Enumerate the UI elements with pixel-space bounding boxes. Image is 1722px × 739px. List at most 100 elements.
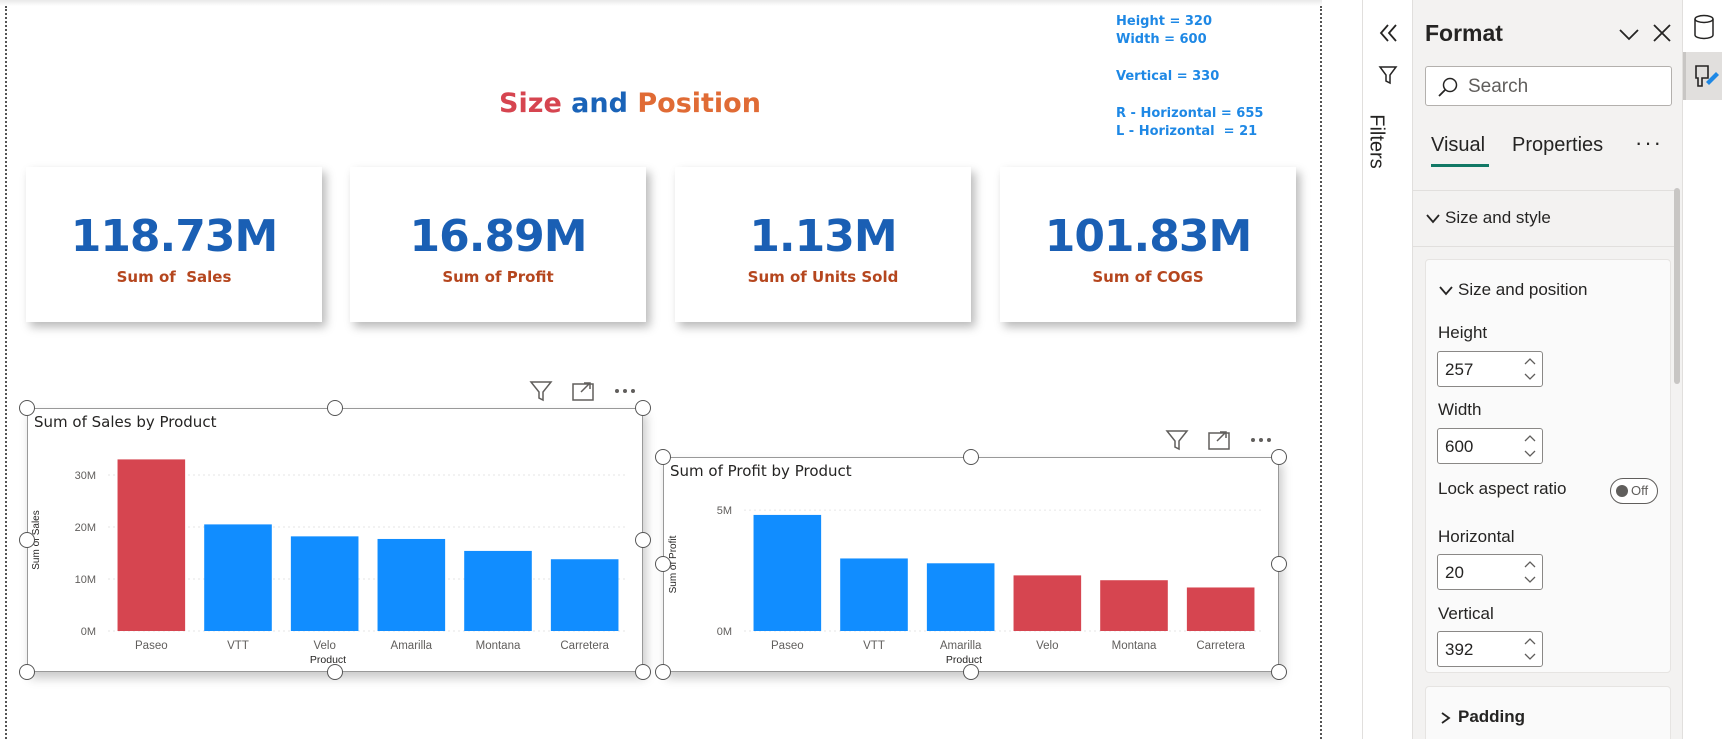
group-padding[interactable]: Padding xyxy=(1425,686,1671,739)
kpi-value: 16.89M xyxy=(409,211,588,262)
resize-handle[interactable] xyxy=(19,400,35,416)
search-placeholder: Search xyxy=(1468,76,1529,97)
section-size-and-style[interactable]: Size and style xyxy=(1425,208,1551,228)
y-tick-label: 20M xyxy=(75,522,96,534)
width-input[interactable]: 600 xyxy=(1437,428,1543,464)
bar-vtt[interactable] xyxy=(204,524,272,631)
resize-handle[interactable] xyxy=(327,664,343,680)
chart-svg: 0M 10M 20M 30M Paseo VTT Velo Amarilla Montana Ca… xyxy=(31,459,628,666)
search-icon xyxy=(1436,75,1460,99)
bar-paseo[interactable] xyxy=(753,514,822,631)
spin-arrows-icon[interactable] xyxy=(1524,559,1536,585)
close-icon[interactable] xyxy=(1651,22,1673,44)
resize-handle[interactable] xyxy=(635,664,651,680)
more-options-icon[interactable]: ··· xyxy=(1635,130,1663,156)
chart-sales-by-product[interactable]: 0M 10M 20M 30M Paseo VTT Velo Amarilla Montana Ca… xyxy=(27,408,643,672)
group-label: Size and position xyxy=(1458,280,1588,299)
x-tick-label: Amarilla xyxy=(391,640,433,652)
resize-handle[interactable] xyxy=(655,449,671,465)
filters-label[interactable]: Filters xyxy=(1366,100,1409,180)
resize-handle[interactable] xyxy=(327,400,343,416)
scrollbar[interactable] xyxy=(1674,188,1680,384)
bar-carretera[interactable] xyxy=(1186,587,1255,631)
bar-amarilla[interactable] xyxy=(377,538,446,631)
toggle-knob xyxy=(1616,485,1628,497)
bar-montana[interactable] xyxy=(464,550,532,631)
kpi-label: Sum of Profit xyxy=(442,268,554,286)
canvas-top-edge xyxy=(0,0,1322,6)
filter-icon[interactable] xyxy=(1164,428,1190,452)
group-header[interactable]: Size and position xyxy=(1438,280,1587,300)
chart-profit-by-product[interactable]: 0M 5M Paseo VTT Amarilla Velo Montana Carretera… xyxy=(663,457,1279,672)
resize-handle[interactable] xyxy=(635,532,651,548)
note-left-horizontal: L - Horizontal = 21 xyxy=(1116,124,1258,139)
page-title: Size and Position xyxy=(440,88,820,119)
resize-handle[interactable] xyxy=(19,532,35,548)
vertical-input[interactable]: 392 xyxy=(1437,631,1543,667)
format-pane: Format Search Visual Properties ··· Size… xyxy=(1412,0,1682,739)
resize-handle[interactable] xyxy=(1271,664,1287,680)
resize-handle[interactable] xyxy=(1271,449,1287,465)
resize-handle[interactable] xyxy=(655,664,671,680)
bar-carretera[interactable] xyxy=(550,559,619,631)
chart-title: Sum of Profit by Product xyxy=(670,462,852,480)
x-tick-label: Velo xyxy=(313,640,335,652)
x-axis-title: Product xyxy=(946,654,982,666)
lock-aspect-toggle[interactable]: Off xyxy=(1610,478,1658,504)
focus-mode-icon[interactable] xyxy=(1206,428,1232,452)
chart-svg: 0M 5M Paseo VTT Amarilla Velo Montana Carretera… xyxy=(668,505,1264,666)
x-tick-label: Paseo xyxy=(135,640,168,652)
tab-visual[interactable]: Visual xyxy=(1431,134,1485,157)
more-options-icon[interactable] xyxy=(1248,428,1274,452)
resize-handle[interactable] xyxy=(655,556,671,572)
spin-arrows-icon[interactable] xyxy=(1524,636,1536,662)
chevron-down-icon[interactable] xyxy=(1617,24,1641,44)
x-axis-title: Product xyxy=(310,654,346,666)
chart-profit-toolbar xyxy=(1164,428,1274,452)
bar-montana[interactable] xyxy=(1100,580,1168,631)
vertical-value: 392 xyxy=(1445,640,1474,659)
note-vertical: Vertical = 330 xyxy=(1116,69,1220,84)
bar-vtt[interactable] xyxy=(840,558,908,631)
data-icon[interactable] xyxy=(1693,14,1715,40)
y-tick-label: 5M xyxy=(717,505,732,517)
group-size-and-position: Size and position Height 257 Width 600 L… xyxy=(1425,259,1671,673)
height-label: Height xyxy=(1438,323,1488,342)
resize-handle[interactable] xyxy=(635,400,651,416)
padding-header[interactable]: Padding xyxy=(1438,707,1525,727)
bar-velo[interactable] xyxy=(1013,575,1082,631)
canvas-border-right xyxy=(1320,6,1322,739)
format-visual-icon[interactable] xyxy=(1683,52,1722,100)
padding-label: Padding xyxy=(1458,707,1526,726)
bar-amarilla[interactable] xyxy=(926,563,995,631)
kpi-card-profit[interactable]: 16.89M Sum of Profit xyxy=(350,167,646,322)
y-tick-label: 0M xyxy=(81,626,96,638)
bar-paseo[interactable] xyxy=(117,459,186,631)
spin-arrows-icon[interactable] xyxy=(1524,356,1536,382)
focus-mode-icon[interactable] xyxy=(570,379,596,403)
more-options-icon[interactable] xyxy=(612,379,638,403)
kpi-card-units-sold[interactable]: 1.13M Sum of Units Sold xyxy=(675,167,971,322)
chevron-down-icon xyxy=(1426,213,1440,223)
filters-text: Filters xyxy=(1365,114,1388,169)
collapse-double-chevron-icon[interactable] xyxy=(1376,20,1400,46)
tab-properties[interactable]: Properties xyxy=(1512,134,1603,157)
resize-handle[interactable] xyxy=(19,664,35,680)
chart-sales-toolbar xyxy=(528,379,638,403)
filters-pane-collapsed[interactable]: Filters xyxy=(1362,0,1412,739)
filter-icon[interactable] xyxy=(528,379,554,403)
resize-handle[interactable] xyxy=(963,664,979,680)
kpi-card-cogs[interactable]: 101.83M Sum of COGS xyxy=(1000,167,1296,322)
search-input[interactable]: Search xyxy=(1425,66,1672,106)
kpi-card-sales[interactable]: 118.73M Sum of Sales xyxy=(26,167,322,322)
spin-arrows-icon[interactable] xyxy=(1524,433,1536,459)
resize-handle[interactable] xyxy=(1271,556,1287,572)
resize-handle[interactable] xyxy=(963,449,979,465)
canvas-border-left xyxy=(5,6,7,739)
divider xyxy=(1413,190,1675,191)
horizontal-input[interactable]: 20 xyxy=(1437,554,1543,590)
bar-velo[interactable] xyxy=(290,536,359,631)
height-input[interactable]: 257 xyxy=(1437,351,1543,387)
title-position: Position xyxy=(637,88,761,119)
kpi-value: 101.83M xyxy=(1044,211,1253,262)
